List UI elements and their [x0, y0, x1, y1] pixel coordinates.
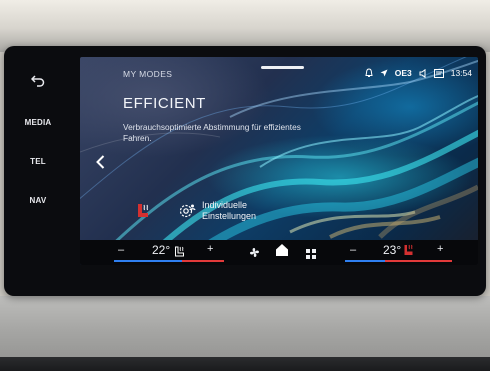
mode-description: Verbrauchsoptimierte Abstimmung für effi…	[123, 122, 301, 143]
fan-icon	[250, 248, 259, 257]
navigation-arrow-icon	[380, 69, 388, 77]
section-title: MY MODES	[123, 69, 173, 79]
seat-heating-icon[interactable]	[135, 203, 151, 224]
individual-settings-button[interactable]: Individuelle Einstellungen	[172, 197, 262, 225]
left-temp-decrease-button[interactable]: –	[118, 244, 124, 256]
side-key-strip: MEDIA TEL NAV	[8, 56, 68, 288]
apps-grid-icon	[306, 249, 316, 259]
climate-bar: – 22° + – 23° +	[80, 240, 478, 265]
back-arrow-icon	[31, 75, 45, 87]
windshield-background	[0, 0, 490, 52]
media-key[interactable]: MEDIA	[8, 118, 68, 127]
fan-button[interactable]	[249, 245, 260, 263]
chevron-left-icon	[96, 155, 105, 169]
nav-key[interactable]: NAV	[8, 196, 68, 205]
mode-title: EFFICIENT	[123, 95, 206, 112]
left-temperature: 22°	[152, 243, 171, 257]
notification-icon[interactable]	[365, 68, 373, 78]
status-bar: OE3 13:54	[365, 67, 472, 79]
infotainment-screen: MY MODES OE3 13:54 EFFICIENT Verbrauchso…	[80, 57, 478, 265]
left-temp-scale-red	[182, 260, 224, 262]
background-wave-art	[80, 57, 478, 265]
back-key[interactable]	[8, 75, 68, 87]
clock: 13:54	[450, 68, 472, 78]
previous-mode-button[interactable]	[96, 155, 105, 174]
dashboard-trim	[0, 296, 490, 371]
individual-settings-label: Individuelle Einstellungen	[202, 200, 257, 221]
home-icon	[276, 244, 288, 256]
apps-button[interactable]	[306, 246, 316, 264]
tel-key[interactable]: TEL	[8, 157, 68, 166]
right-temp-scale-blue	[345, 260, 385, 262]
left-temp-scale-blue	[114, 260, 182, 262]
right-seat-heating-icon[interactable]	[403, 243, 414, 261]
home-button[interactable]	[275, 243, 289, 262]
right-temp-scale-red	[385, 260, 452, 262]
settings-person-icon	[179, 204, 196, 218]
right-temperature: 23°	[383, 243, 402, 257]
right-temp-increase-button[interactable]: +	[437, 243, 443, 255]
volume-icon	[419, 68, 427, 78]
message-icon	[433, 68, 444, 78]
radio-station-label: OE3	[394, 68, 412, 78]
left-temp-increase-button[interactable]: +	[207, 243, 213, 255]
right-temp-decrease-button[interactable]: –	[350, 244, 356, 256]
drawer-handle[interactable]	[261, 66, 304, 69]
